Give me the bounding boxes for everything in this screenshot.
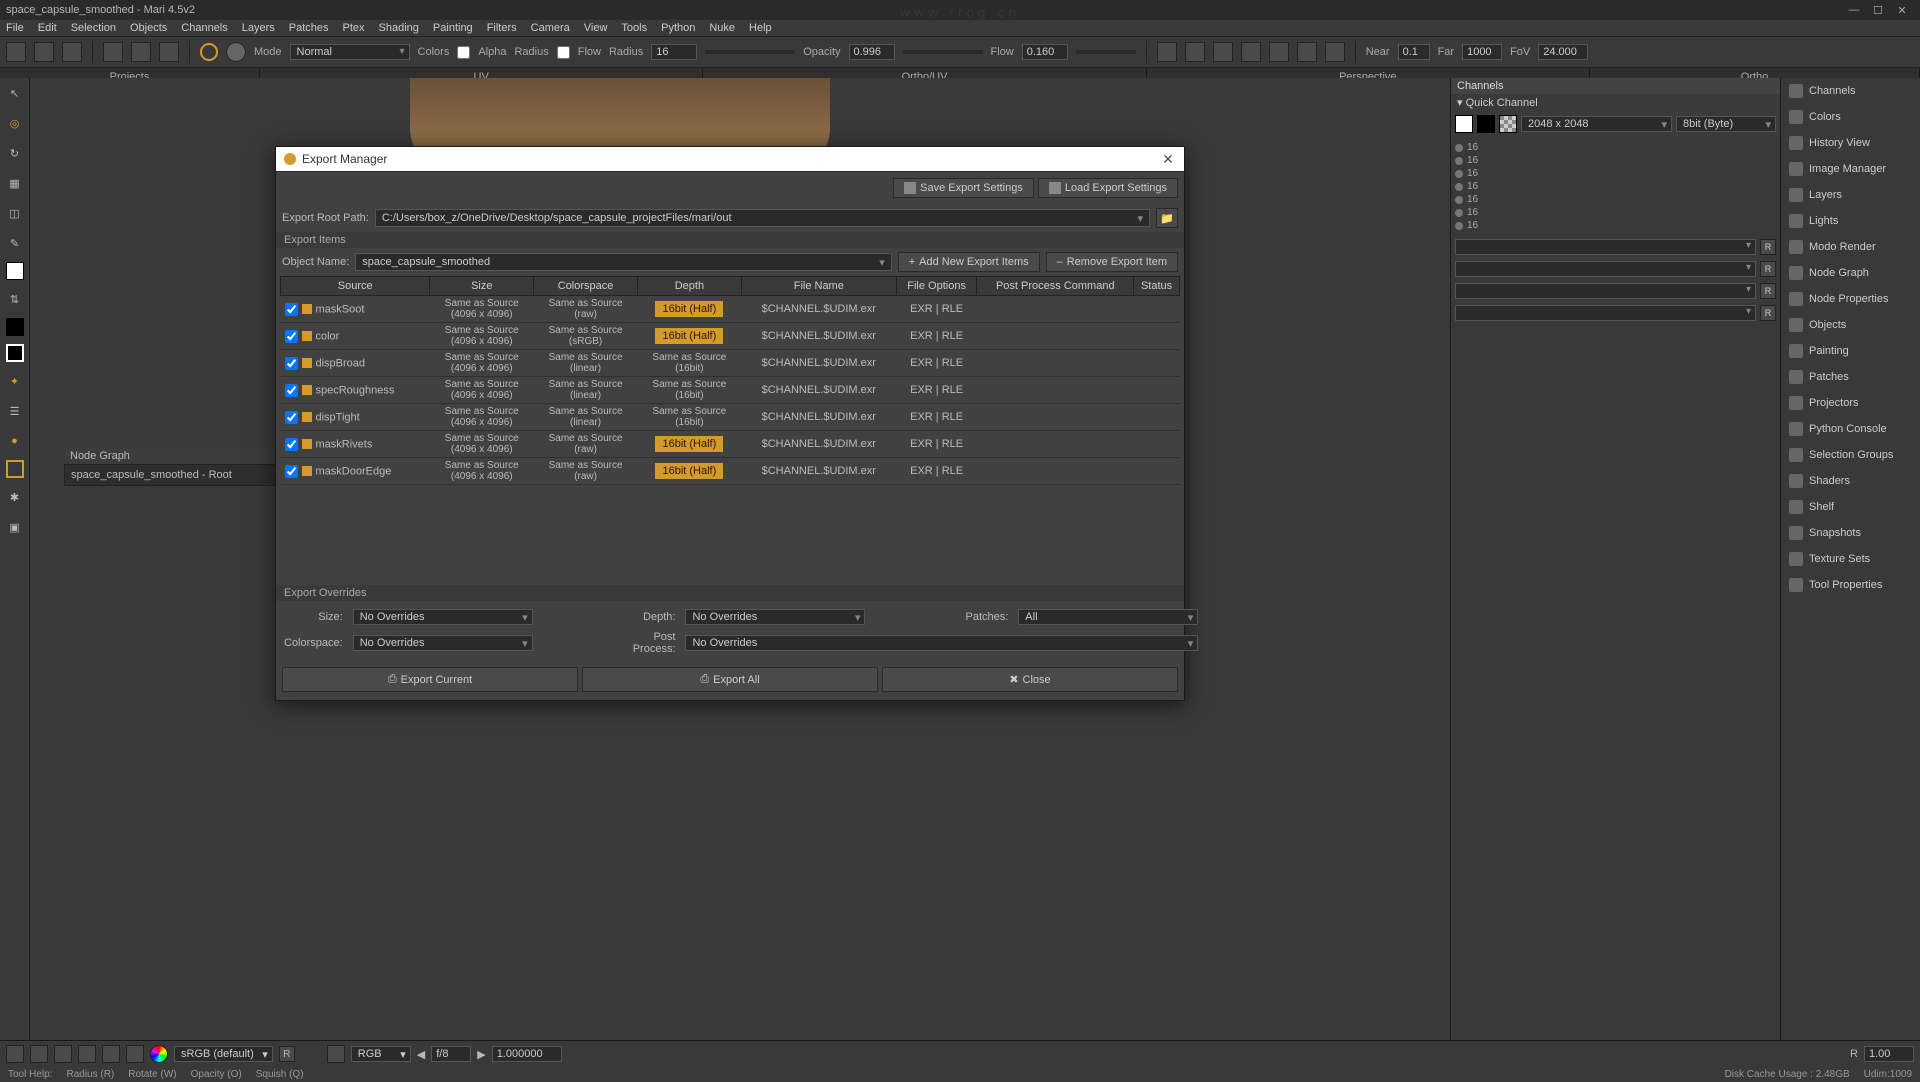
overrides-section: Export Overrides: [276, 585, 1184, 601]
save-icon: [904, 182, 916, 194]
r-label: R: [1850, 1048, 1858, 1060]
rgb-dropdown[interactable]: RGB: [351, 1046, 411, 1062]
table-row[interactable]: colorSame as Source(4096 x 4096)Same as …: [281, 323, 1180, 350]
ov-patches-dropdown[interactable]: All: [1018, 609, 1198, 625]
row-checkbox[interactable]: [285, 330, 298, 343]
row-checkbox[interactable]: [285, 303, 298, 316]
root-path-field[interactable]: C:/Users/box_z/OneDrive/Desktop/space_ca…: [375, 209, 1150, 227]
ov-patches-label: Patches:: [965, 611, 1008, 623]
channels-icon-sb[interactable]: [327, 1045, 345, 1063]
tool-help: Tool Help:: [8, 1069, 52, 1080]
ov-depth-label: Depth:: [633, 611, 676, 623]
col-colorspace[interactable]: Colorspace: [534, 277, 638, 296]
exposure-input[interactable]: [492, 1046, 562, 1062]
save-export-settings-button[interactable]: Save Export Settings: [893, 178, 1034, 198]
export-current-button[interactable]: ⎙ Export Current: [282, 667, 578, 692]
channel-chip-icon: [302, 358, 312, 368]
col-fileoptions[interactable]: File Options: [896, 277, 977, 296]
r-value-input[interactable]: [1864, 1046, 1914, 1062]
export-manager-dialog: Export Manager ✕ Save Export Settings Lo…: [275, 146, 1185, 701]
prev-icon[interactable]: ◀: [417, 1048, 425, 1061]
table-row[interactable]: maskRivetsSame as Source(4096 x 4096)Sam…: [281, 431, 1180, 458]
channel-chip-icon: [302, 439, 312, 449]
row-checkbox[interactable]: [285, 438, 298, 451]
sb-icon-4[interactable]: [78, 1045, 96, 1063]
reset-cs-button[interactable]: R: [279, 1046, 295, 1062]
disk-cache: Disk Cache Usage : 2.48GB: [1725, 1069, 1850, 1080]
row-checkbox[interactable]: [285, 465, 298, 478]
ov-size-label: Size:: [284, 611, 343, 623]
sb-icon-3[interactable]: [54, 1045, 72, 1063]
channel-chip-icon: [302, 385, 312, 395]
col-source[interactable]: Source: [281, 277, 430, 296]
col-size[interactable]: Size: [430, 277, 534, 296]
sb-icon-6[interactable]: [126, 1045, 144, 1063]
ov-pp-dropdown[interactable]: No Overrides: [685, 635, 1198, 651]
add-export-item-button[interactable]: + Add New Export Items: [898, 252, 1040, 272]
col-status[interactable]: Status: [1134, 277, 1180, 296]
fstop-input[interactable]: [431, 1046, 471, 1062]
channel-chip-icon: [302, 304, 312, 314]
object-name-label: Object Name:: [282, 256, 349, 268]
ov-cs-dropdown[interactable]: No Overrides: [353, 635, 533, 651]
next-icon[interactable]: ▶: [477, 1048, 485, 1061]
table-row[interactable]: maskDoorEdgeSame as Source(4096 x 4096)S…: [281, 458, 1180, 485]
channel-chip-icon: [302, 466, 312, 476]
color-wheel-icon[interactable]: [150, 1045, 168, 1063]
ov-pp-label: Post Process:: [633, 631, 676, 655]
channel-chip-icon: [302, 412, 312, 422]
root-path-label: Export Root Path:: [282, 212, 369, 224]
close-button[interactable]: ✖ Close: [882, 667, 1178, 692]
export-all-button[interactable]: ⎙ Export All: [582, 667, 878, 692]
col-depth[interactable]: Depth: [637, 277, 741, 296]
hint-opacity: Opacity (O): [191, 1069, 242, 1080]
col-postprocess[interactable]: Post Process Command: [977, 277, 1134, 296]
hint-squish: Squish (Q): [256, 1069, 304, 1080]
hint-rotate: Rotate (W): [128, 1069, 176, 1080]
ov-depth-dropdown[interactable]: No Overrides: [685, 609, 865, 625]
dialog-close-icon[interactable]: ✕: [1160, 151, 1176, 167]
col-filename[interactable]: File Name: [741, 277, 896, 296]
sb-icon-2[interactable]: [30, 1045, 48, 1063]
browse-folder-button[interactable]: 📁: [1156, 208, 1178, 228]
remove-export-item-button[interactable]: – Remove Export Item: [1046, 252, 1178, 272]
export-items-section: Export Items: [276, 232, 1184, 248]
ov-size-dropdown[interactable]: No Overrides: [353, 609, 533, 625]
ov-cs-label: Colorspace:: [284, 637, 343, 649]
channel-chip-icon: [302, 331, 312, 341]
row-checkbox[interactable]: [285, 357, 298, 370]
row-checkbox[interactable]: [285, 384, 298, 397]
sb-icon-1[interactable]: [6, 1045, 24, 1063]
status-bar: sRGB (default) R RGB ◀ ▶ R Tool Help: Ra…: [0, 1040, 1920, 1080]
udim: Udim:1009: [1864, 1069, 1912, 1080]
hint-radius: Radius (R): [66, 1069, 114, 1080]
table-row[interactable]: specRoughnessSame as Source(4096 x 4096)…: [281, 377, 1180, 404]
table-row[interactable]: maskSootSame as Source(4096 x 4096)Same …: [281, 296, 1180, 323]
colorspace-dropdown[interactable]: sRGB (default): [174, 1046, 273, 1062]
load-export-settings-button[interactable]: Load Export Settings: [1038, 178, 1178, 198]
table-row[interactable]: dispBroadSame as Source(4096 x 4096)Same…: [281, 350, 1180, 377]
load-icon: [1049, 182, 1061, 194]
export-table: Source Size Colorspace Depth File Name F…: [280, 276, 1180, 485]
app-icon: [284, 153, 296, 165]
table-row[interactable]: dispTightSame as Source(4096 x 4096)Same…: [281, 404, 1180, 431]
object-name-dropdown[interactable]: space_capsule_smoothed: [355, 253, 891, 271]
dialog-title: Export Manager: [302, 152, 387, 166]
sb-icon-5[interactable]: [102, 1045, 120, 1063]
row-checkbox[interactable]: [285, 411, 298, 424]
